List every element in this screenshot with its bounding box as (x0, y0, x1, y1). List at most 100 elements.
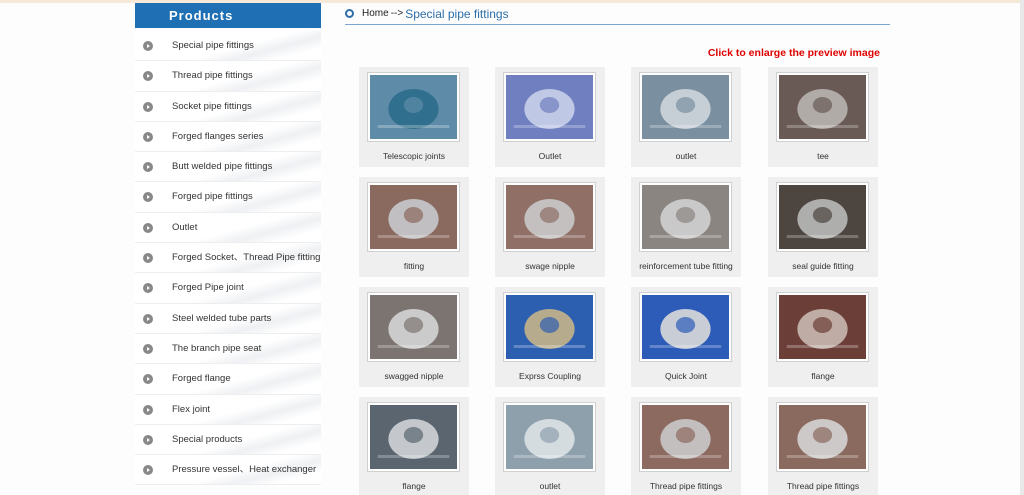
sidebar-item-label: Steel welded tube parts (172, 312, 272, 324)
product-caption[interactable]: tee (768, 151, 878, 161)
sidebar-item[interactable]: Special products (135, 424, 321, 456)
products-sidebar: Products Special pipe fittings Thread pip… (135, 3, 321, 486)
sidebar-item-label: Butt welded pipe fittings (172, 161, 273, 173)
sidebar-item-label: The branch pipe seat (172, 342, 262, 354)
product-caption[interactable]: Exprss Coupling (495, 371, 605, 381)
arrow-bullet-icon (143, 253, 153, 264)
arrow-bullet-icon (143, 343, 153, 354)
breadcrumb: Home --> Special pipe fittings (345, 3, 890, 25)
product-card[interactable]: Outlet (495, 67, 605, 167)
product-caption[interactable]: swagged nipple (359, 371, 469, 381)
sidebar-item-label: Forged pipe fittings (172, 191, 253, 203)
sidebar-item-label: Outlet (172, 221, 198, 233)
product-caption[interactable]: outlet (631, 151, 741, 161)
sidebar-item[interactable]: Special pipe fittings (135, 31, 321, 62)
sidebar-item[interactable]: Forged Socket、Thread Pipe fitting (135, 243, 321, 274)
arrow-bullet-icon (143, 283, 153, 294)
product-caption[interactable]: seal guide fitting (768, 261, 878, 271)
tee-photo[interactable] (776, 72, 869, 142)
sidebar-item[interactable]: Pressure vessel、Heat exchanger (135, 455, 321, 486)
swage-nipple-photo[interactable] (503, 182, 596, 252)
product-card[interactable]: outlet (631, 67, 741, 167)
product-card[interactable]: tee (768, 67, 878, 167)
product-card[interactable]: reinforcement tube fitting (631, 177, 741, 277)
arrow-bullet-icon (143, 404, 153, 415)
product-card[interactable]: Telescopic joints (359, 67, 469, 167)
product-caption[interactable]: flange (359, 481, 469, 491)
product-caption[interactable]: swage nipple (495, 261, 605, 271)
product-card[interactable]: Thread pipe fittings (631, 397, 741, 495)
sidebar-item-label: Forged flanges series (172, 130, 264, 142)
product-card[interactable]: fitting (359, 177, 469, 277)
breadcrumb-home-link[interactable]: Home (362, 8, 389, 19)
product-caption[interactable]: flange (768, 371, 878, 381)
sidebar-item-label: Flex joint (172, 403, 211, 415)
product-caption[interactable]: Quick Joint (631, 371, 741, 381)
product-caption[interactable]: outlet (495, 481, 605, 491)
arrow-bullet-icon (143, 41, 153, 51)
sidebar-item[interactable]: The branch pipe seat (135, 333, 321, 365)
product-caption[interactable]: Thread pipe fittings (631, 481, 741, 491)
product-card[interactable]: Thread pipe fittings (768, 397, 878, 495)
product-card[interactable]: Exprss Coupling (495, 287, 605, 387)
product-card[interactable]: swage nipple (495, 177, 605, 277)
product-card[interactable]: Quick Joint (631, 287, 741, 387)
fitting-photo[interactable] (367, 182, 460, 252)
sidebar-item[interactable]: Forged Pipe joint (135, 273, 321, 304)
coupling-photo[interactable] (503, 292, 596, 362)
thread-fitting-photo[interactable] (776, 402, 869, 472)
sidebar-item-label: Special products (172, 433, 243, 445)
thread-fitting-photo[interactable] (639, 402, 732, 472)
arrow-bullet-icon (143, 192, 153, 203)
arrow-bullet-icon (143, 434, 153, 445)
breadcrumb-separator: --> (390, 8, 404, 19)
product-caption[interactable]: Outlet (495, 151, 605, 161)
arrow-bullet-icon (143, 374, 153, 385)
product-caption[interactable]: Thread pipe fittings (768, 481, 878, 491)
breadcrumb-current: Special pipe fittings (405, 6, 509, 21)
telescopic-joint-photo[interactable] (367, 72, 460, 142)
swagged-nipple-photo[interactable] (367, 292, 460, 362)
product-caption[interactable]: fitting (359, 261, 469, 271)
product-card[interactable]: seal guide fitting (768, 177, 878, 277)
flange-photo[interactable] (367, 402, 460, 472)
arrow-bullet-icon (143, 465, 153, 476)
arrow-bullet-icon (143, 162, 153, 173)
product-card[interactable]: swagged nipple (359, 287, 469, 387)
sidebar-item[interactable]: Forged pipe fittings (135, 182, 321, 213)
sidebar-item[interactable]: Forged flange (135, 364, 321, 395)
sidebar-header: Products (135, 3, 321, 28)
product-card[interactable]: flange (768, 287, 878, 387)
sidebar-item[interactable]: Steel welded tube parts (135, 303, 321, 334)
reinforcement-tube-photo[interactable] (639, 182, 732, 252)
quick-joint-photo[interactable] (639, 292, 732, 362)
sidebar-item-label: Forged Pipe joint (172, 282, 244, 294)
sidebar-item-label: Forged flange (172, 373, 231, 385)
arrow-bullet-icon (143, 101, 153, 112)
outlet-photo[interactable] (639, 72, 732, 142)
sidebar-item[interactable]: Socket pipe fittings (135, 91, 321, 122)
product-card[interactable]: outlet (495, 397, 605, 495)
sidebar-list: Special pipe fittings Thread pipe fitting… (135, 31, 321, 486)
product-card[interactable]: flange (359, 397, 469, 495)
product-caption[interactable]: reinforcement tube fitting (631, 261, 741, 271)
sidebar-item[interactable]: Thread pipe fittings (135, 61, 321, 92)
arrow-bullet-icon (143, 313, 153, 324)
enlarge-notice: Click to enlarge the preview image (707, 47, 880, 59)
seal-guide-photo[interactable] (776, 182, 869, 252)
sidebar-item[interactable]: Flex joint (135, 394, 321, 425)
outlet-photo[interactable] (503, 402, 596, 472)
sidebar-item[interactable]: Forged flanges series (135, 121, 321, 153)
sidebar-item[interactable]: Butt welded pipe fittings (135, 152, 321, 183)
outlet-photo[interactable] (503, 72, 596, 142)
sidebar-item-label: Pressure vessel、Heat exchanger (172, 464, 317, 476)
arrow-bullet-icon (143, 71, 153, 82)
sidebar-item[interactable]: Outlet (135, 212, 321, 244)
window-edge (1020, 0, 1024, 495)
arrow-bullet-icon (143, 222, 153, 233)
product-caption[interactable]: Telescopic joints (359, 151, 469, 161)
arrow-bullet-icon (143, 131, 153, 142)
sidebar-item-label: Forged Socket、Thread Pipe fitting (172, 252, 321, 264)
flange-photo[interactable] (776, 292, 869, 362)
sidebar-item-label: Special pipe fittings (172, 40, 254, 51)
